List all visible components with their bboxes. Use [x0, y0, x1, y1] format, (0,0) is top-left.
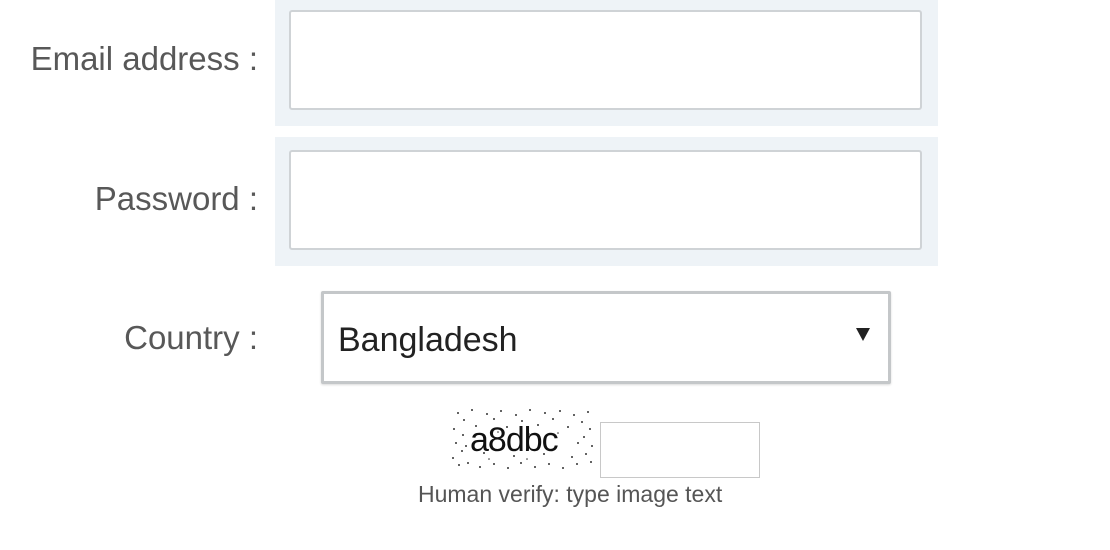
password-label: Password :: [94, 180, 258, 217]
country-selected-value: Bangladesh: [338, 321, 518, 359]
captcha-hint: Human verify: type image text: [418, 481, 723, 507]
email-field-container: [275, 0, 938, 126]
captcha-input[interactable]: [600, 422, 760, 478]
captcha-image: a8dbc: [450, 407, 596, 473]
email-label: Email address :: [30, 40, 258, 77]
email-input[interactable]: [289, 10, 922, 110]
country-select[interactable]: Bangladesh: [321, 291, 891, 384]
country-label: Country :: [124, 319, 258, 356]
caret-down-icon: [856, 328, 870, 341]
password-input[interactable]: [289, 150, 922, 250]
captcha-text: a8dbc: [470, 421, 559, 459]
password-field-container: [275, 137, 938, 266]
